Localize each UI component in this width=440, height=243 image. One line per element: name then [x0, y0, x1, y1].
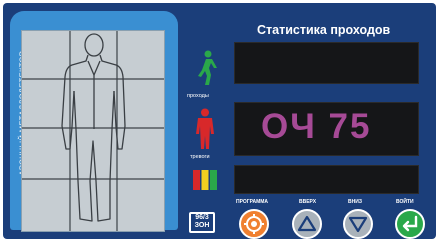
logo-number: 96/3: [195, 214, 209, 221]
panel-title: Статистика проходов: [257, 23, 391, 37]
passages-display: [234, 42, 419, 84]
down-button-label: ВНИЗ: [348, 199, 362, 205]
up-button-label: ВВЕРХ: [299, 199, 317, 205]
passages-label: проходы: [187, 93, 209, 99]
alarms-display-value: ОЧ 75: [261, 107, 372, 146]
zones-logo-text: 96/3 ЗОН: [191, 214, 213, 231]
up-button[interactable]: [292, 209, 322, 239]
enter-button-label: ВОЙТИ: [396, 199, 414, 205]
person-silhouette-icon: [22, 31, 164, 231]
zones-display: [234, 165, 419, 194]
program-button-label: ПРОГРАММА: [236, 199, 269, 205]
standing-person-icon: [196, 108, 214, 149]
program-button[interactable]: [239, 209, 269, 239]
alarms-display: ОЧ 75: [234, 102, 419, 156]
zones-logo: 96/3 ЗОН: [189, 212, 215, 233]
walking-person-icon: [198, 50, 217, 85]
gear-icon: [244, 214, 264, 234]
logo-subtext: ЗОН: [194, 222, 210, 229]
enter-icon: [402, 215, 418, 232]
enter-button[interactable]: [395, 209, 425, 239]
down-button[interactable]: [343, 209, 373, 239]
scan-area: [21, 30, 165, 232]
alarms-label: тревоги: [190, 154, 210, 160]
down-triangle-icon: [348, 216, 368, 233]
zone-bars-icon: [193, 170, 217, 190]
arch-frame: АРОЧНЫЙ МЕТАЛЛОДЕТЕКТОР: [10, 11, 178, 232]
up-triangle-icon: [297, 215, 317, 232]
